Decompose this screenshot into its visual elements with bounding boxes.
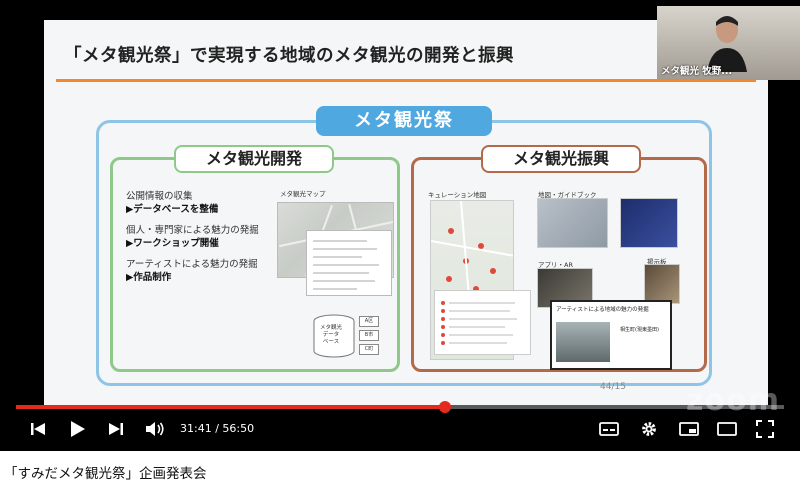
subtitles-button[interactable]	[596, 412, 622, 446]
total-time: 56:50	[222, 422, 255, 435]
video-player[interactable]: 「メタ観光祭」で実現する地域のメタ観光の開発と振興 メタ観光祭 メタ観光開発 公…	[0, 0, 800, 451]
slide-page-number: 44/15	[600, 382, 626, 392]
database-tag: B市	[359, 330, 379, 341]
database-tag: A区	[359, 316, 379, 327]
volume-button[interactable]	[142, 412, 168, 446]
theater-mode-button[interactable]	[714, 412, 740, 446]
fullscreen-icon	[756, 420, 774, 438]
development-item-text: アーティストによる魅力の発掘	[126, 259, 258, 270]
miniplayer-icon	[679, 422, 699, 436]
previous-button[interactable]	[26, 412, 50, 446]
meta-festival-badge: メタ観光祭	[316, 106, 492, 136]
player-controls: 31:41 / 56:50	[0, 412, 800, 446]
volume-icon	[146, 422, 164, 436]
fullscreen-button[interactable]	[752, 412, 778, 446]
page: 「メタ観光祭」で実現する地域のメタ観光の開発と振興 メタ観光祭 メタ観光開発 公…	[0, 0, 800, 488]
slide-title: 「メタ観光祭」で実現する地域のメタ観光の開発と振興	[64, 46, 514, 66]
participant-name: メタ観光 牧野...	[661, 66, 733, 77]
skip-next-icon	[109, 423, 123, 435]
title-underline	[56, 79, 756, 82]
artist-document-title: アーティストによる地域の魅力の発掘	[556, 307, 649, 313]
next-button[interactable]	[104, 412, 128, 446]
subtitles-icon	[599, 422, 619, 436]
bulletin-board-image	[644, 264, 680, 304]
artist-document-photo	[556, 322, 610, 362]
skip-previous-icon	[31, 423, 45, 435]
development-item: 個人・専門家による魅力の発掘 ▶ワークショップ開催	[126, 224, 259, 250]
miniplayer-button[interactable]	[676, 412, 702, 446]
development-item-sub: ▶データベースを整備	[126, 204, 219, 215]
video-title: 「すみだメタ観光祭」企画発表会	[4, 466, 207, 482]
development-badge: メタ観光開発	[174, 145, 334, 173]
artist-document-image: アーティストによる地域の魅力の発掘 相生町(現東墨田)	[550, 300, 672, 370]
database-label: メタ観光 データ ベース	[320, 325, 343, 345]
time-separator: /	[211, 422, 223, 435]
play-button[interactable]	[66, 412, 90, 446]
curation-list-image	[434, 290, 531, 355]
artist-document-name: 相生町(現東墨田)	[620, 327, 659, 333]
progress-bar-fill	[16, 405, 445, 409]
development-item: アーティストによる魅力の発掘 ▶作品制作	[126, 258, 258, 284]
development-item-text: 公開情報の収集	[126, 191, 193, 202]
participant-video: メタ観光 牧野...	[657, 6, 800, 80]
map-label: メタ観光マップ	[280, 190, 326, 198]
theater-mode-icon	[717, 422, 737, 436]
time-display: 31:41 / 56:50	[180, 412, 254, 446]
curation-map-label: キュレーション地図	[428, 191, 487, 199]
development-item: 公開情報の収集 ▶データベースを整備	[126, 190, 218, 216]
database-tag: C町	[359, 344, 379, 355]
guidebook-cover	[620, 198, 678, 248]
guidebook-photo	[537, 198, 608, 248]
progress-bar[interactable]	[16, 405, 784, 409]
development-item-sub: ▶作品制作	[126, 272, 172, 283]
current-time: 31:41	[180, 422, 212, 435]
development-item-text: 個人・専門家による魅力の発掘	[126, 225, 259, 236]
settings-button[interactable]	[636, 412, 662, 446]
promotion-badge: メタ観光振興	[481, 145, 641, 173]
play-icon	[71, 421, 85, 437]
development-item-sub: ▶ワークショップ開催	[126, 238, 219, 249]
map-document-image	[306, 230, 392, 296]
gear-icon	[642, 422, 656, 436]
